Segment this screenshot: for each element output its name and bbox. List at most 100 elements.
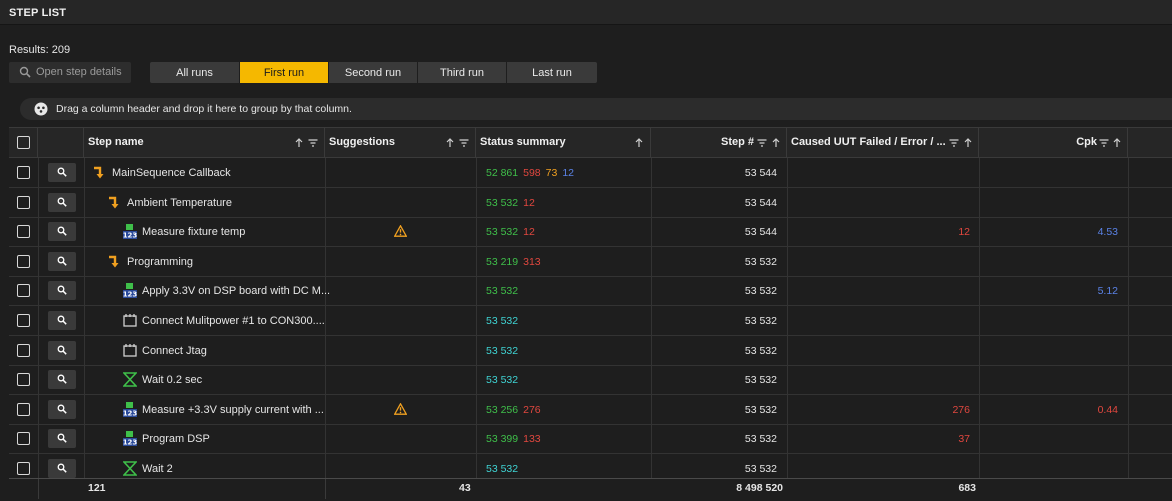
row-checkbox[interactable] <box>17 284 30 298</box>
open-details-button[interactable] <box>48 222 76 242</box>
table-row[interactable]: Connect Mulitpower #1 to CON300.... 53 53… <box>9 306 1172 336</box>
status-count: 313 <box>523 255 541 268</box>
search-icon <box>57 167 67 177</box>
filter-icon[interactable] <box>1099 138 1109 148</box>
status-summary: 53 532 <box>486 463 523 475</box>
caused-failures: 37 <box>958 433 970 446</box>
select-all-checkbox[interactable] <box>17 136 30 149</box>
table-row[interactable]: Wait 0.2 sec 53 532 53 532 <box>9 365 1172 396</box>
status-summary: 53 532 <box>486 285 523 297</box>
status-summary: 53 399 133 <box>486 433 546 445</box>
open-details-button[interactable] <box>48 192 76 212</box>
status-count: 53 532 <box>486 226 519 239</box>
wait-icon <box>122 461 138 476</box>
table-row[interactable]: Connect Jtag 53 532 53 532 <box>9 335 1172 366</box>
status-summary: 53 219 313 <box>486 256 546 268</box>
filter-icon[interactable] <box>308 138 318 148</box>
row-checkbox[interactable] <box>17 195 30 209</box>
status-count: 53 532 <box>486 463 519 475</box>
filter-icon[interactable] <box>757 138 767 148</box>
sort-icon[interactable] <box>963 138 973 148</box>
panel-header: STEP LIST <box>0 0 1172 25</box>
wait-icon <box>122 372 138 387</box>
status-count: 12 <box>523 226 535 239</box>
step-name: Wait 0.2 sec <box>142 374 203 387</box>
column-header-status-summary[interactable]: Status summary <box>476 128 651 158</box>
sort-icon[interactable] <box>294 138 304 148</box>
status-count: 53 399 <box>486 433 519 446</box>
search-icon <box>57 256 67 266</box>
table-row[interactable]: 123 Measure +3.3V supply current with ...… <box>9 394 1172 425</box>
open-step-details-button[interactable]: Open step details <box>9 62 131 83</box>
row-checkbox[interactable] <box>17 254 30 268</box>
row-checkbox[interactable] <box>17 166 30 179</box>
row-checkbox[interactable] <box>17 462 30 475</box>
open-details-button[interactable] <box>48 251 76 271</box>
status-summary: 53 532 <box>486 315 523 327</box>
warning-icon[interactable] <box>394 225 407 238</box>
open-details-button[interactable] <box>48 370 76 390</box>
search-icon <box>57 315 67 325</box>
row-checkbox[interactable] <box>17 402 30 416</box>
step-name: Measure +3.3V supply current with ... <box>142 403 324 416</box>
search-icon <box>57 226 67 236</box>
sort-icon[interactable] <box>634 138 644 148</box>
step-grid: Step name Suggestions Status summary Ste… <box>9 127 1172 499</box>
footer-caused-sum: 683 <box>958 482 976 494</box>
open-details-button[interactable] <box>48 429 76 449</box>
run-all-button[interactable]: All runs <box>150 62 240 83</box>
column-header-caused[interactable]: Caused UUT Failed / Error / ... <box>787 128 979 158</box>
open-details-button[interactable] <box>48 163 76 182</box>
group-icon <box>34 102 48 116</box>
column-header-step-number[interactable]: Step # <box>651 128 787 158</box>
table-row[interactable]: 123 Measure fixture temp 53 532 12 53 544 12 4… <box>9 217 1172 248</box>
details-column-header <box>38 128 84 158</box>
column-header-step-name[interactable]: Step name <box>84 128 325 158</box>
run-third-button[interactable]: Third run <box>418 62 507 83</box>
table-row[interactable]: 123 Program DSP 53 399 133 53 532 37 <box>9 424 1172 455</box>
table-row[interactable]: Ambient Temperature 53 532 12 53 544 <box>9 187 1172 218</box>
sort-icon[interactable] <box>445 138 455 148</box>
row-checkbox[interactable] <box>17 343 30 357</box>
row-checkbox[interactable] <box>17 314 30 327</box>
table-row[interactable]: 123 Apply 3.3V on DSP board with DC M... 5… <box>9 276 1172 307</box>
run-last-button[interactable]: Last run <box>507 62 597 83</box>
filter-icon[interactable] <box>459 138 469 148</box>
status-summary: 53 532 <box>486 345 523 357</box>
status-count: 53 532 <box>486 315 519 327</box>
status-count: 53 256 <box>486 403 519 416</box>
open-details-button[interactable] <box>48 459 76 478</box>
column-header-suggestions[interactable]: Suggestions <box>325 128 476 158</box>
row-checkbox[interactable] <box>17 225 30 239</box>
open-details-button[interactable] <box>48 311 76 330</box>
status-summary: 53 256 276 <box>486 404 546 416</box>
table-row[interactable]: Programming 53 219 313 53 532 <box>9 246 1172 277</box>
search-icon <box>57 404 67 414</box>
table-row[interactable]: MainSequence Callback 52 861 598 73 12 53 544 <box>9 158 1172 188</box>
row-checkbox[interactable] <box>17 373 30 387</box>
run-second-button[interactable]: Second run <box>329 62 418 83</box>
warning-icon[interactable] <box>394 402 407 415</box>
open-details-button[interactable] <box>48 399 76 419</box>
group-by-drop-area[interactable]: Drag a column header and drop it here to… <box>20 98 1172 120</box>
status-count: 53 532 <box>486 196 519 209</box>
open-details-button[interactable] <box>48 340 76 360</box>
status-count: 133 <box>523 433 541 446</box>
sort-icon[interactable] <box>771 138 781 148</box>
row-checkbox[interactable] <box>17 432 30 446</box>
numeric-test-icon: 123 <box>123 283 137 299</box>
svg-text:123: 123 <box>123 439 137 447</box>
action-icon <box>123 313 137 328</box>
open-details-button[interactable] <box>48 281 76 301</box>
filter-icon[interactable] <box>949 138 959 148</box>
svg-text:123: 123 <box>123 291 137 299</box>
sort-icon[interactable] <box>1112 138 1122 148</box>
run-first-button[interactable]: First run <box>240 62 329 83</box>
step-number: 53 532 <box>744 255 777 268</box>
step-number: 53 532 <box>744 285 777 298</box>
column-header-cpk[interactable]: Cpk <box>979 128 1128 158</box>
select-all-cell <box>9 128 38 158</box>
open-step-details-label: Open step details <box>36 66 122 78</box>
sequence-call-icon <box>93 165 107 180</box>
panel-title: STEP LIST <box>9 7 67 19</box>
